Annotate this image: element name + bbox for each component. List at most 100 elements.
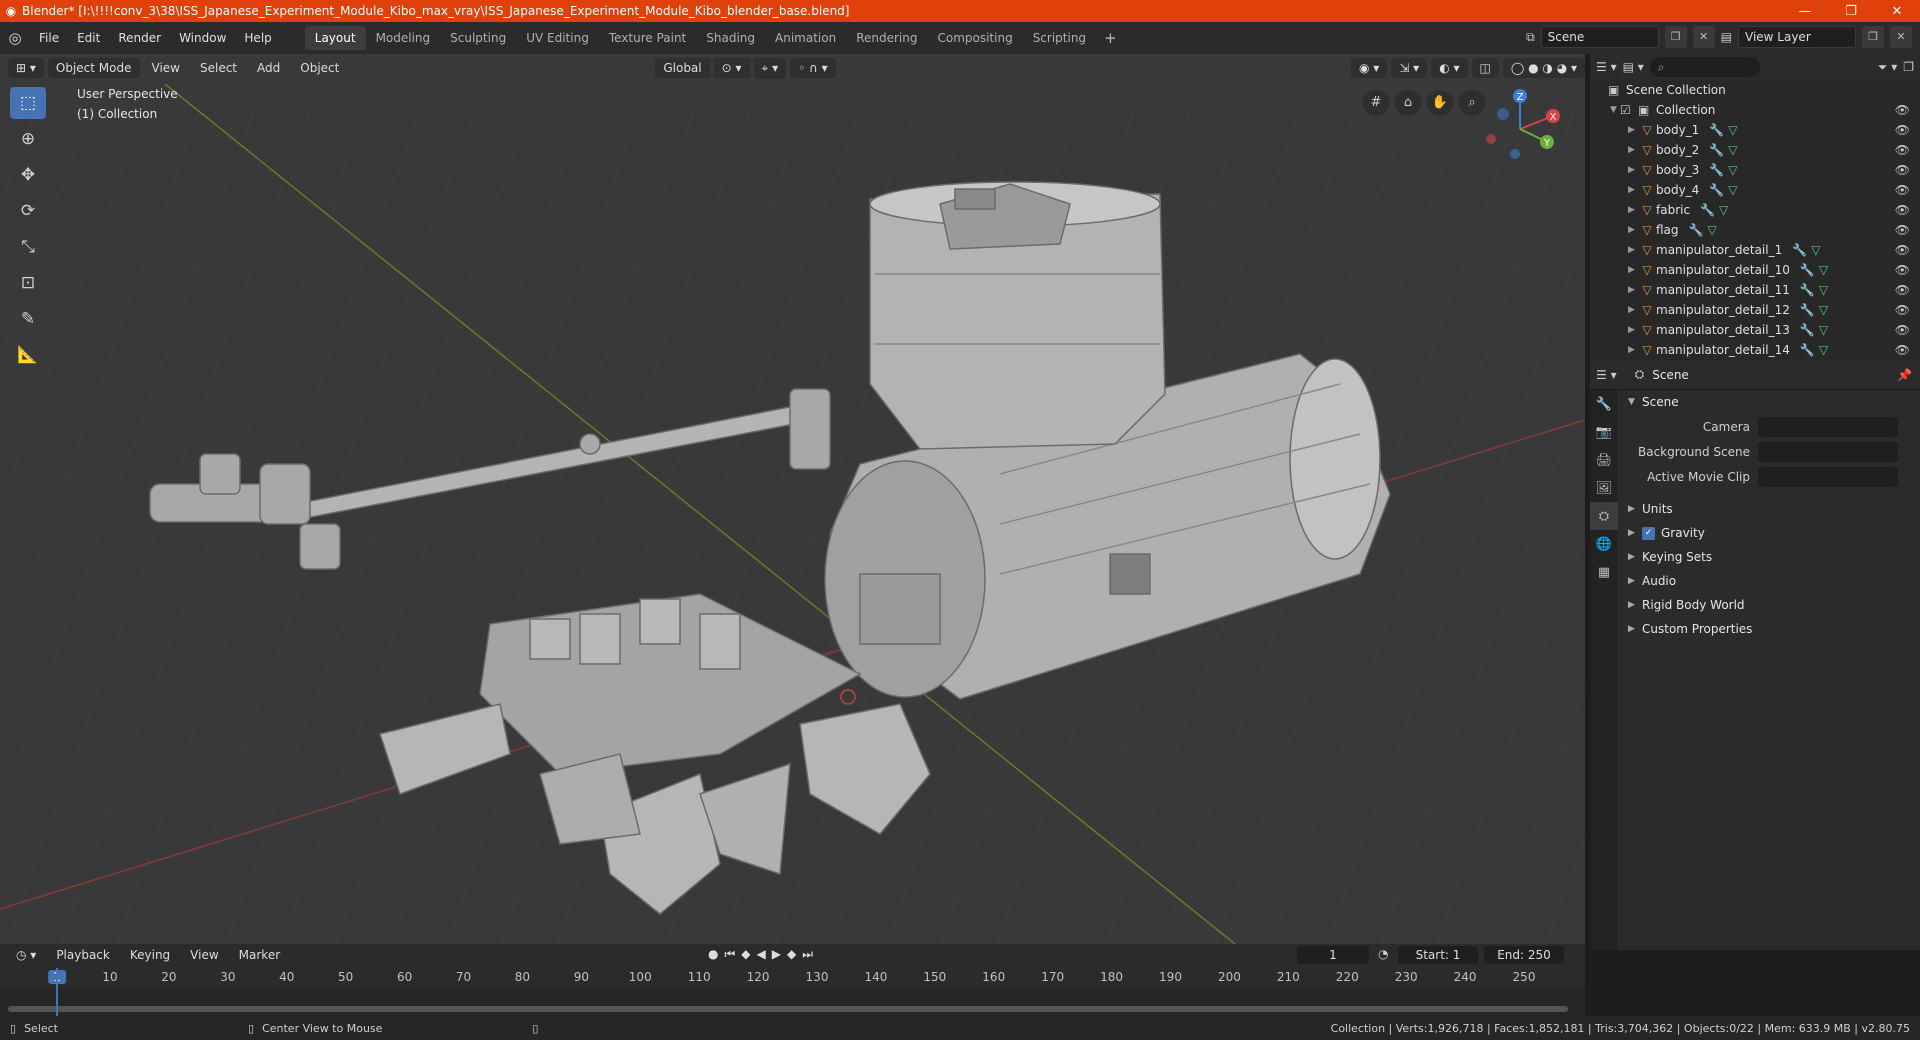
visibility-eye-icon[interactable]: 👁 [1895,203,1910,217]
menu-marker[interactable]: Marker [231,945,288,965]
mesh-data-icon[interactable]: ▽ [1719,203,1728,217]
menu-file[interactable]: File [30,27,68,49]
display-mode-icon[interactable]: ▤ ▾ [1623,60,1644,74]
outliner-object-row[interactable]: ▶ ▽ manipulator_detail_1 🔧 ▽ 👁 [1590,240,1920,260]
workspace-tab-modeling[interactable]: Modeling [366,26,441,50]
collection-checkbox[interactable]: ☑ [1620,103,1638,117]
visibility-eye-icon[interactable]: 👁 [1895,143,1910,157]
visibility-icon[interactable]: ◉ ▾ [1351,58,1388,78]
outliner-object-row[interactable]: ▶ ▽ body_3 🔧 ▽ 👁 [1590,160,1920,180]
neg-x-axis-icon[interactable] [1486,134,1496,144]
outliner-object-row[interactable]: ▶ ▽ body_1 🔧 ▽ 👁 [1590,120,1920,140]
visibility-eye-icon[interactable]: 👁 [1895,283,1910,297]
mesh-data-icon[interactable]: ▽ [1819,263,1828,277]
visibility-eye-icon[interactable]: 👁 [1895,263,1910,277]
expand-arrow-icon[interactable]: ▶ [1628,305,1638,315]
keyframe-track[interactable] [0,988,1585,1016]
mesh-data-icon[interactable]: ▽ [1728,123,1737,137]
outliner-object-row[interactable]: ▶ ▽ body_2 🔧 ▽ 👁 [1590,140,1920,160]
prev-keyframe-icon[interactable]: ◆ [741,947,750,962]
toggle-grid-icon[interactable]: # [1363,90,1389,116]
workspace-tab-animation[interactable]: Animation [765,26,846,50]
pivot-point-icon[interactable]: ⊙ ▾ [713,58,750,78]
modifier-wrench-icon[interactable]: 🔧 [1800,323,1815,337]
scene-tab-icon[interactable]: ⛭ [1590,502,1618,530]
start-frame-input[interactable]: Start: 1 [1398,946,1478,964]
outliner-object-row[interactable]: ▶ ▽ manipulator_detail_12 🔧 ▽ 👁 [1590,300,1920,320]
outliner-object-row[interactable]: ▶ ▽ manipulator_detail_13 🔧 ▽ 👁 [1590,320,1920,340]
viewport-canvas[interactable] [0,54,1585,944]
jump-end-icon[interactable]: ⏭ [802,947,813,962]
transform-orientation-selector[interactable]: Global [655,58,710,78]
modifier-wrench-icon[interactable]: 🔧 [1800,263,1815,277]
logistics-module[interactable] [869,181,1166,450]
mesh-data-icon[interactable]: ▽ [1819,303,1828,317]
background-scene-field[interactable] [1758,441,1898,462]
gizmo-toggle-icon[interactable]: ⇲ ▾ [1391,58,1428,78]
visibility-eye-icon[interactable]: 👁 [1895,343,1910,357]
scale-tool-icon[interactable]: ⤡ [10,231,46,263]
expand-arrow-icon[interactable]: ▶ [1628,225,1638,235]
scene-section-header[interactable]: ▼ Scene [1620,390,1920,414]
measure-tool-icon[interactable]: 📐 [10,339,46,371]
next-keyframe-icon[interactable]: ◆ [787,947,796,962]
expand-arrow-icon[interactable]: ▶ [1628,345,1638,355]
view-layer-field[interactable]: View Layer [1738,26,1856,48]
menu-keying[interactable]: Keying [122,945,178,965]
visibility-eye-icon[interactable]: 👁 [1895,103,1910,117]
menu-view[interactable]: View [144,58,188,78]
new-view-layer-icon[interactable]: ❐ [1862,26,1884,48]
move-tool-icon[interactable]: ✥ [10,159,46,191]
outliner-collection[interactable]: ▼ ☑ ▣ Collection 👁 [1590,100,1920,120]
workspace-tab-texture-paint[interactable]: Texture Paint [599,26,696,50]
outliner-object-row[interactable]: ▶ ▽ flag 🔧 ▽ 👁 [1590,220,1920,240]
visibility-eye-icon[interactable]: 👁 [1895,223,1910,237]
close-button[interactable]: ✕ [1874,4,1920,19]
modifier-wrench-icon[interactable]: 🔧 [1800,283,1815,297]
menu-help[interactable]: Help [235,27,280,49]
preview-range-icon[interactable]: ◔ [1378,947,1388,961]
outliner-object-row[interactable]: ▶ ▽ manipulator_detail_10 🔧 ▽ 👁 [1590,260,1920,280]
playhead[interactable] [56,968,58,1016]
modifier-wrench-icon[interactable]: 🔧 [1800,303,1815,317]
outliner-scene-collection[interactable]: ▣ Scene Collection [1590,80,1920,100]
mesh-data-icon[interactable]: ▽ [1707,223,1716,237]
workspace-tab-scripting[interactable]: Scripting [1023,26,1096,50]
delete-view-layer-icon[interactable]: ✕ [1890,26,1912,48]
visibility-eye-icon[interactable]: 👁 [1895,303,1910,317]
blender-menu-icon[interactable]: ◎ [0,29,30,47]
maximize-button[interactable]: ❐ [1828,4,1874,19]
neg-z-axis-icon[interactable] [1497,108,1509,120]
menu-object[interactable]: Object [292,58,347,78]
modifier-wrench-icon[interactable]: 🔧 [1792,243,1807,257]
menu-playback[interactable]: Playback [48,945,118,965]
camera-field[interactable] [1758,416,1898,437]
expand-arrow-icon[interactable]: ▶ [1628,145,1638,155]
outliner-search-input[interactable]: ⌕ [1649,57,1760,77]
select-box-tool-icon[interactable]: ⬚ [10,87,46,119]
modifier-wrench-icon[interactable]: 🔧 [1709,143,1724,157]
modifier-wrench-icon[interactable]: 🔧 [1709,163,1724,177]
audio-section-header[interactable]: ▶ Audio [1620,569,1920,593]
mesh-data-icon[interactable]: ▽ [1728,143,1737,157]
snap-icon[interactable]: ⌖ ▾ [753,57,787,79]
mesh-data-icon[interactable]: ▽ [1728,183,1737,197]
outliner-object-row[interactable]: ▶ ▽ fabric 🔧 ▽ 👁 [1590,200,1920,220]
mesh-data-icon[interactable]: ▽ [1819,283,1828,297]
expand-arrow-icon[interactable]: ▶ [1628,205,1638,215]
shading-mode-icons[interactable]: ◯ ● ◑ ◕ ▾ [1502,58,1585,78]
modifier-wrench-icon[interactable]: 🔧 [1800,343,1815,357]
play-icon[interactable]: ▶ [772,947,781,962]
workspace-tab-shading[interactable]: Shading [696,26,765,50]
mesh-data-icon[interactable]: ▽ [1819,343,1828,357]
jump-start-icon[interactable]: ⏮ [724,947,735,962]
new-scene-icon[interactable]: ❐ [1664,26,1687,48]
pan-hand-icon[interactable]: ✋ [1427,90,1453,116]
timeline-scrollbar[interactable] [8,1006,1568,1012]
texture-tab-icon[interactable]: ▦ [1590,558,1618,586]
rigid-body-world-section-header[interactable]: ▶ Rigid Body World [1620,593,1920,617]
modifier-wrench-icon[interactable]: 🔧 [1689,223,1704,237]
outliner-object-row[interactable]: ▶ ▽ body_4 🔧 ▽ 👁 [1590,180,1920,200]
3d-viewport[interactable]: ⊞ ▾ Object Mode View Select Add Object G… [0,54,1585,944]
navigation-gizmo[interactable]: Z X Y [1475,84,1565,174]
